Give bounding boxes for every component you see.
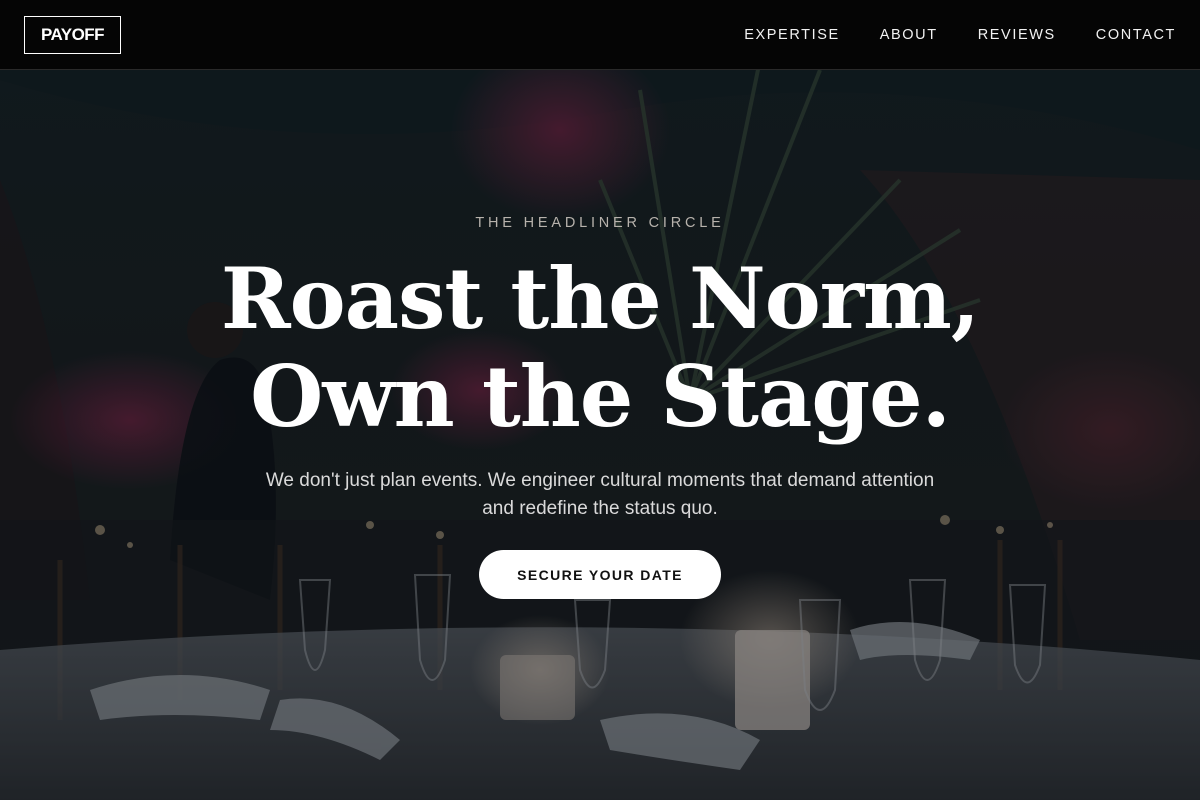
hero-eyebrow: THE HEADLINER CIRCLE (475, 215, 725, 231)
nav-link-expertise[interactable]: EXPERTISE (744, 27, 840, 43)
nav-links: EXPERTISE ABOUT REVIEWS CONTACT (704, 0, 1176, 70)
secure-your-date-button[interactable]: SECURE YOUR DATE (479, 550, 721, 599)
nav-link-reviews[interactable]: REVIEWS (978, 27, 1056, 43)
hero-subtitle: We don't just plan events. We engineer c… (265, 470, 935, 519)
nav-link-about[interactable]: ABOUT (880, 27, 938, 43)
hero-section: THE HEADLINER CIRCLE Roast the Norm, Own… (0, 70, 1200, 800)
logo-link[interactable]: PAYOFF (24, 16, 121, 54)
top-navigation-bar: PAYOFF EXPERTISE ABOUT REVIEWS CONTACT (0, 0, 1200, 70)
hero-headline: Roast the Norm, Own the Stage. (0, 250, 1200, 446)
nav-link-contact[interactable]: CONTACT (1096, 27, 1176, 43)
hero-headline-line-2: Own the Stage. (250, 347, 951, 446)
hero-headline-line-1: Roast the Norm, (220, 249, 980, 348)
